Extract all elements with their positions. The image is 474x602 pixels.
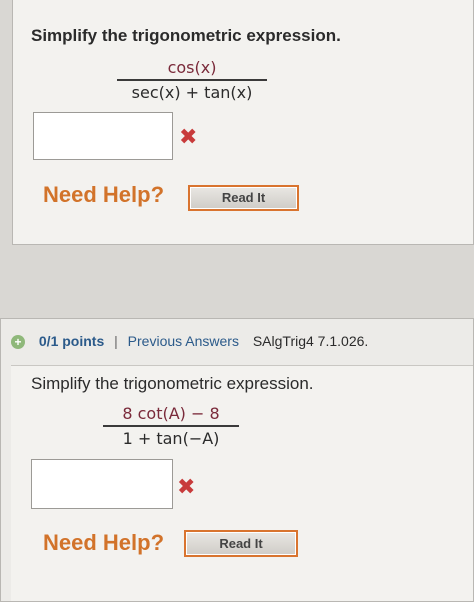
question-prompt: Simplify the trigonometric expression. <box>31 26 341 45</box>
answer-input[interactable] <box>33 112 173 160</box>
question-body-2: Simplify the trigonometric expression. 8… <box>11 365 473 601</box>
need-help-label: Need Help? <box>43 182 165 207</box>
points-label: 0/1 points <box>38 333 105 349</box>
read-it-button[interactable]: Read It <box>184 530 298 557</box>
expand-icon[interactable]: + <box>11 335 25 350</box>
fraction-denominator: sec(x) + tan(x) <box>131 82 253 102</box>
fraction-denominator: 1 + tan(−A) <box>122 428 220 448</box>
question-header: + 0/1 points | Previous Answers SAlgTrig… <box>11 333 369 350</box>
read-it-button[interactable]: Read It <box>188 185 299 211</box>
need-help-label: Need Help? <box>43 530 165 555</box>
answer-input[interactable] <box>31 459 173 509</box>
expression-fraction: 8 cot(A) − 8 1 + tan(−A) <box>103 404 239 448</box>
incorrect-icon: ✖ <box>179 125 198 150</box>
question-body-1: Simplify the trigonometric expression. c… <box>13 0 473 244</box>
fraction-numerator: 8 cot(A) − 8 <box>122 404 220 423</box>
previous-answers-link[interactable]: Previous Answers <box>128 333 239 349</box>
fraction-numerator: cos(x) <box>167 58 217 77</box>
question-prompt: Simplify the trigonometric expression. <box>31 374 314 393</box>
problem-reference: SAlgTrig4 7.1.026. <box>252 333 369 349</box>
expression-fraction: cos(x) sec(x) + tan(x) <box>117 58 267 102</box>
question-panel-1: Simplify the trigonometric expression. c… <box>12 0 474 245</box>
incorrect-icon: ✖ <box>177 475 196 500</box>
question-panel-2: + 0/1 points | Previous Answers SAlgTrig… <box>0 318 474 602</box>
separator: | <box>114 333 118 349</box>
